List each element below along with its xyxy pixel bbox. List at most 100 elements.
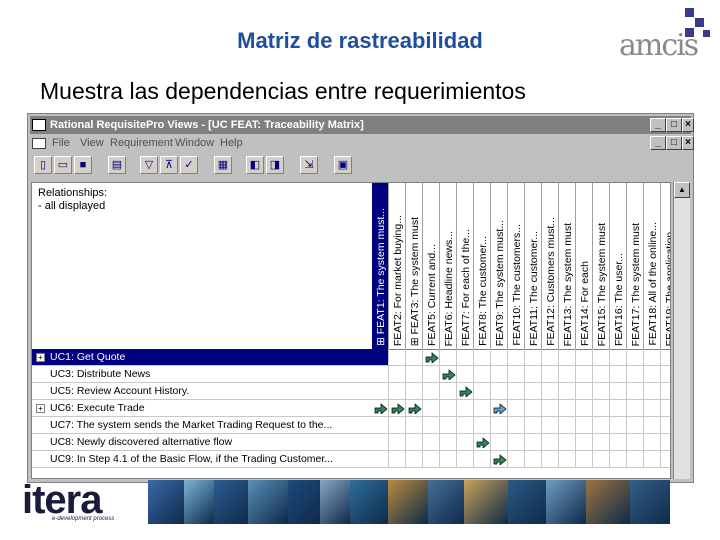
child-minimize-button[interactable]: _ (650, 136, 666, 150)
column-header[interactable]: FEAT11: The customer... (525, 183, 542, 349)
matrix-cell[interactable] (610, 366, 627, 383)
matrix-cell[interactable] (389, 383, 406, 400)
matrix-cell[interactable] (440, 451, 457, 468)
column-header[interactable]: FEAT13: The system must (559, 183, 576, 349)
matrix-cell[interactable] (457, 434, 474, 451)
matrix-cell[interactable] (406, 434, 423, 451)
filter-icon[interactable]: ▽ (140, 156, 158, 174)
matrix-cell[interactable] (576, 451, 593, 468)
matrix-cell[interactable] (644, 349, 661, 366)
matrix-cell[interactable] (627, 451, 644, 468)
child-restore-button[interactable]: □ (666, 136, 682, 150)
menu-file[interactable]: File (52, 135, 70, 152)
matrix-cell[interactable] (491, 366, 508, 383)
column-header[interactable]: FEAT18: All of the online... (644, 183, 661, 349)
child-close-button[interactable]: × (682, 136, 694, 150)
column-header[interactable]: FEAT6: Headline news... (440, 183, 457, 349)
matrix-cell[interactable] (372, 366, 389, 383)
matrix-cell[interactable] (525, 417, 542, 434)
matrix-cell[interactable] (593, 383, 610, 400)
view2-icon[interactable]: ◨ (266, 156, 284, 174)
matrix-cell[interactable] (440, 400, 457, 417)
matrix-cell[interactable] (627, 400, 644, 417)
matrix-cell[interactable] (559, 400, 576, 417)
minimize-button[interactable]: _ (650, 118, 666, 132)
column-header[interactable]: FEAT14: For each (576, 183, 593, 349)
matrix-cell[interactable] (423, 417, 440, 434)
matrix-cell[interactable] (610, 400, 627, 417)
matrix-cell[interactable] (491, 434, 508, 451)
matrix-cell[interactable] (508, 451, 525, 468)
matrix-row[interactable]: UC9: In Step 4.1 of the Basic Flow, if t… (32, 451, 372, 468)
close-button[interactable]: × (682, 118, 694, 132)
matrix-cell[interactable] (593, 349, 610, 366)
matrix-cell[interactable] (576, 383, 593, 400)
column-header[interactable]: FEAT5: Current and... (423, 183, 440, 349)
new-icon[interactable]: ▯ (34, 156, 52, 174)
matrix-cell[interactable] (457, 366, 474, 383)
expand-icon[interactable]: + (36, 404, 45, 413)
matrix-cell[interactable] (508, 383, 525, 400)
menu-requirement[interactable]: Requirement (110, 135, 173, 152)
matrix-cell[interactable] (423, 366, 440, 383)
matrix-cell[interactable] (627, 366, 644, 383)
matrix-cell[interactable] (508, 400, 525, 417)
matrix-cell[interactable] (423, 400, 440, 417)
matrix-cell[interactable] (542, 400, 559, 417)
column-header[interactable]: ⊞ FEAT1: The system must... (372, 183, 389, 349)
column-header[interactable]: FEAT17: The system must (627, 183, 644, 349)
save-icon[interactable]: ■ (74, 156, 92, 174)
query-icon[interactable]: ✓ (180, 156, 198, 174)
matrix-cell[interactable] (406, 383, 423, 400)
matrix-cell[interactable] (661, 417, 670, 434)
matrix-cell[interactable] (491, 417, 508, 434)
matrix-row[interactable]: + UC6: Execute Trade (32, 400, 372, 417)
matrix-cell[interactable] (406, 366, 423, 383)
matrix-cell[interactable] (610, 417, 627, 434)
matrix-cell[interactable] (593, 366, 610, 383)
suspect-link-icon[interactable] (493, 402, 507, 414)
matrix-cell[interactable] (661, 400, 670, 417)
matrix-cell[interactable] (423, 383, 440, 400)
column-header[interactable]: ⊞ FEAT3: The system must (406, 183, 423, 349)
matrix-cell[interactable] (406, 417, 423, 434)
trace-link-icon[interactable] (374, 402, 388, 414)
column-header[interactable]: FEAT16: The user... (610, 183, 627, 349)
matrix-cell[interactable] (610, 434, 627, 451)
matrix-cell[interactable] (610, 349, 627, 366)
matrix-cell[interactable] (508, 417, 525, 434)
column-header[interactable]: FEAT10: The customers... (508, 183, 525, 349)
column-header[interactable]: FEAT8: The customer... (474, 183, 491, 349)
matrix-cell[interactable] (661, 366, 670, 383)
window-titlebar[interactable]: Rational RequisitePro Views - [UC FEAT: … (30, 116, 694, 134)
vertical-scrollbar[interactable]: ▲ (673, 182, 690, 479)
matrix-cell[interactable] (389, 434, 406, 451)
matrix-cell[interactable] (423, 451, 440, 468)
matrix-cell[interactable] (508, 366, 525, 383)
menu-help[interactable]: Help (220, 135, 243, 152)
trace-link-icon[interactable] (391, 402, 405, 414)
matrix-cell[interactable] (593, 451, 610, 468)
matrix-cell[interactable] (542, 383, 559, 400)
matrix-cell[interactable] (661, 451, 670, 468)
matrix-cell[interactable] (474, 349, 491, 366)
matrix-row[interactable]: UC7: The system sends the Market Trading… (32, 417, 372, 434)
matrix-cell[interactable] (457, 349, 474, 366)
matrix-cell[interactable] (474, 400, 491, 417)
matrix-cell[interactable] (644, 366, 661, 383)
matrix-cell[interactable] (525, 349, 542, 366)
trace-link-icon[interactable] (442, 368, 456, 380)
matrix-cell[interactable] (440, 349, 457, 366)
matrix-cell[interactable] (474, 366, 491, 383)
matrix-cell[interactable] (576, 400, 593, 417)
matrix-cell[interactable] (593, 400, 610, 417)
matrix-cell[interactable] (491, 383, 508, 400)
trace-link-icon[interactable] (493, 453, 507, 465)
matrix-cell[interactable] (389, 366, 406, 383)
matrix-cell[interactable] (593, 417, 610, 434)
expand-icon[interactable]: + (36, 353, 45, 362)
matrix-cell[interactable] (389, 417, 406, 434)
trace-link-icon[interactable] (425, 351, 439, 363)
matrix-row[interactable]: UC3: Distribute News (32, 366, 372, 383)
print-icon[interactable]: ▤ (108, 156, 126, 174)
